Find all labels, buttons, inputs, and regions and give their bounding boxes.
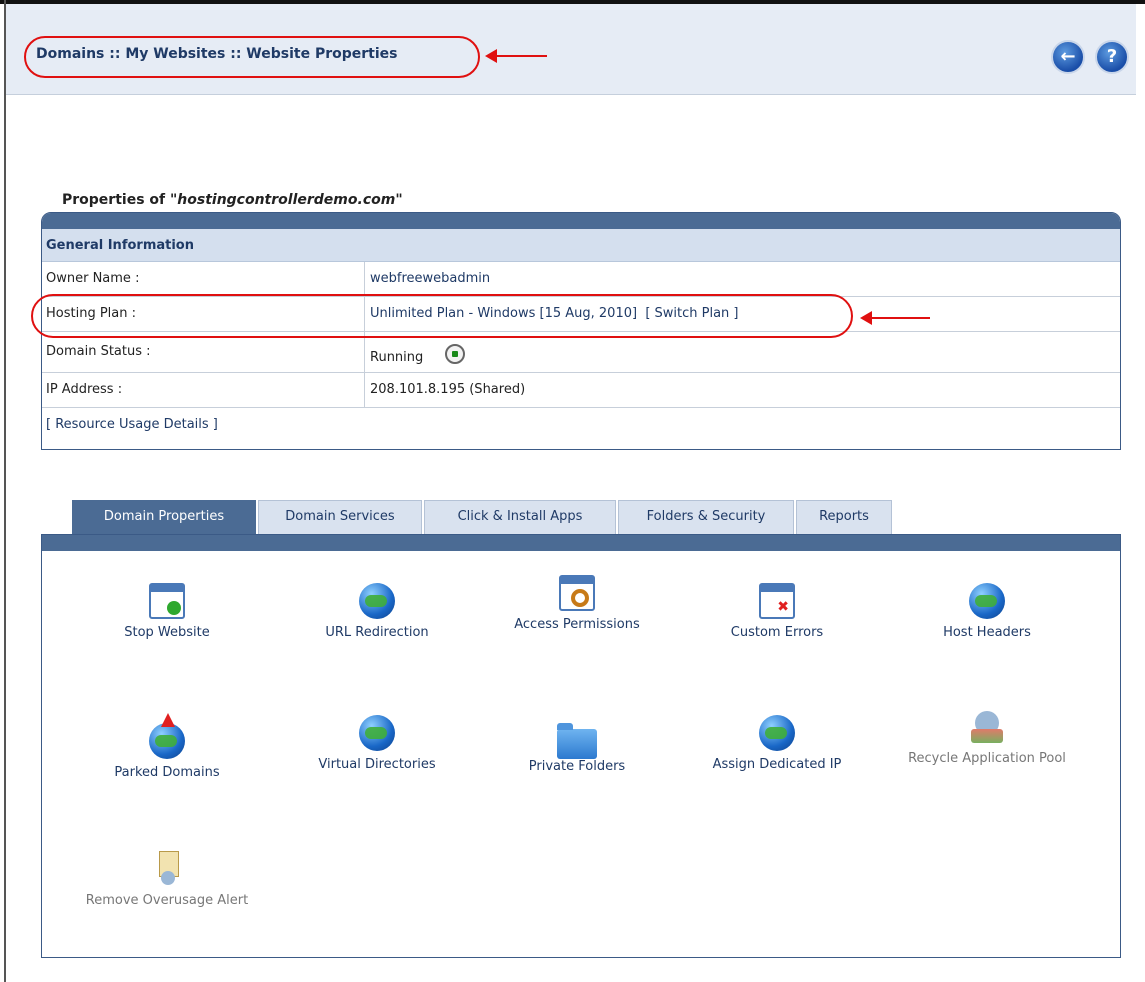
- virtual-directories-tool[interactable]: Virtual Directories: [282, 715, 472, 772]
- recycle-application-pool-tool: Recycle Application Pool: [892, 709, 1082, 766]
- private-folders-tool[interactable]: Private Folders: [482, 723, 672, 774]
- globe-arrow-icon: [149, 713, 185, 759]
- tab-folders-security[interactable]: Folders & Security: [618, 500, 794, 534]
- host-headers-tool[interactable]: Host Headers: [892, 583, 1082, 640]
- help-button[interactable]: ?: [1095, 40, 1129, 74]
- domain-status-row: Domain Status : Running: [42, 332, 1120, 373]
- domain-properties-panel: Stop Website URL Redirection Access Perm…: [41, 534, 1121, 958]
- globe-folder-icon: [359, 715, 395, 751]
- tab-domain-services[interactable]: Domain Services: [258, 500, 422, 534]
- keys-icon: [559, 575, 595, 611]
- assign-dedicated-ip-tool[interactable]: Assign Dedicated IP: [682, 715, 872, 772]
- url-redirection-tool[interactable]: URL Redirection: [282, 583, 472, 640]
- recycle-icon: [969, 709, 1005, 745]
- stop-status-icon[interactable]: [445, 343, 466, 364]
- tab-click-install-apps[interactable]: Click & Install Apps: [424, 500, 616, 534]
- tab-domain-properties[interactable]: Domain Properties: [72, 500, 256, 534]
- domain-status-value: Running: [370, 350, 424, 365]
- owner-value: webfreewebadmin: [370, 271, 491, 286]
- window-stop-icon: [149, 583, 185, 619]
- domain-name: "hostingcontrollerdemo.com": [169, 192, 403, 208]
- parked-domains-tool[interactable]: Parked Domains: [72, 713, 262, 780]
- globe-ip-icon: [759, 715, 795, 751]
- back-button[interactable]: ←: [1051, 40, 1085, 74]
- folder-icon: [557, 723, 597, 759]
- owner-row: Owner Name : webfreewebadmin: [42, 262, 1120, 297]
- access-permissions-tool[interactable]: Access Permissions: [482, 575, 672, 632]
- ip-address-value: 208.101.8.195 (Shared): [370, 382, 526, 397]
- question-circle-icon: ?: [1106, 46, 1118, 67]
- annotation-oval-breadcrumb: [24, 36, 480, 78]
- tab-panel-bar: [42, 535, 1120, 551]
- resource-usage-link[interactable]: [ Resource Usage Details ]: [46, 417, 218, 432]
- ip-address-row: IP Address : 208.101.8.195 (Shared): [42, 373, 1120, 408]
- alert-document-icon: [149, 851, 185, 887]
- section-header: General Information: [42, 229, 1120, 262]
- globe-window-icon: [969, 583, 1005, 619]
- panel-cap: [42, 213, 1120, 229]
- globe-redirect-icon: [359, 583, 395, 619]
- tab-reports[interactable]: Reports: [796, 500, 892, 534]
- annotation-arrow-hosting-plan: [860, 311, 930, 325]
- window-error-icon: ✖: [759, 583, 795, 619]
- remove-overusage-alert-tool: Remove Overusage Alert: [72, 851, 262, 908]
- annotation-arrow-breadcrumb: [485, 49, 547, 63]
- annotation-oval-hosting-plan: [31, 294, 853, 338]
- custom-errors-tool[interactable]: ✖ Custom Errors: [682, 583, 872, 640]
- arrow-left-circle-icon: ←: [1060, 46, 1076, 67]
- properties-title: Properties of "hostingcontrollerdemo.com…: [62, 192, 403, 208]
- stop-website-tool[interactable]: Stop Website: [72, 583, 262, 640]
- left-border: [4, 0, 6, 982]
